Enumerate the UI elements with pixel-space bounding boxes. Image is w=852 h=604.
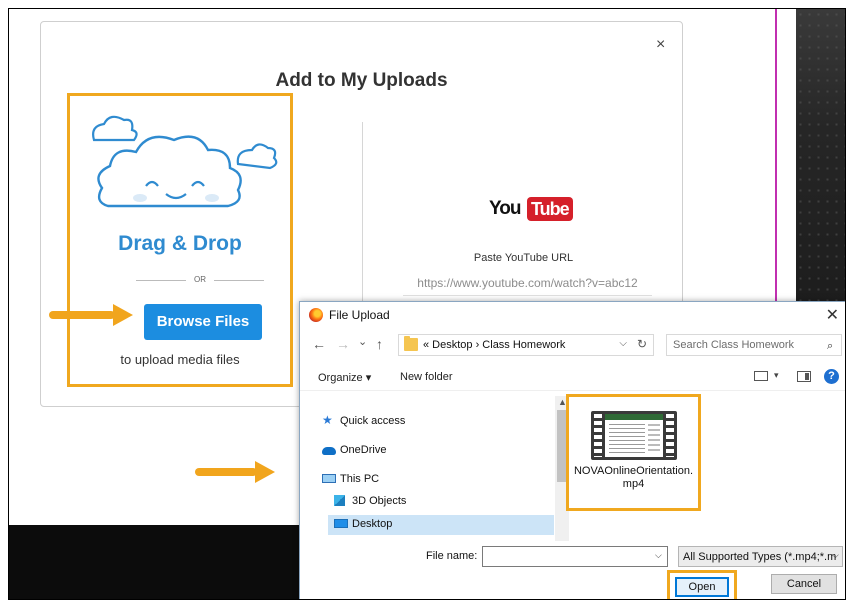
nav-item-this-pc[interactable]: This PC [322,470,522,490]
cloud-icon [92,115,278,208]
search-input[interactable] [666,334,842,356]
dialog-close-button[interactable]: ✕ [826,305,839,325]
nav-item-label: 3D Objects [352,495,407,507]
file-type-dropdown-icon[interactable]: ⌵ [832,550,839,561]
desktop-background-right [796,9,845,309]
youtube-url-input[interactable] [403,271,652,296]
file-upload-dialog: File Upload ✕ ← → ⌄ ↑ « Desktop › Class … [299,301,845,599]
arrow-to-nav-pane-icon [195,461,275,483]
file-type-select[interactable]: All Supported Types (*.mp4;*.m [678,546,843,567]
recent-locations-icon[interactable]: ⌄ [358,335,367,348]
dialog-title: File Upload [329,308,390,322]
onedrive-icon [322,447,336,455]
browse-files-button[interactable]: Browse Files [144,304,262,340]
organize-menu[interactable]: Organize ▾ [318,371,371,384]
forward-arrow-icon[interactable]: → [336,336,350,352]
view-options-caret-icon[interactable]: ▾ [774,370,779,381]
new-folder-button[interactable]: New folder [400,371,453,383]
dialog-toolbar: Organize ▾ New folder ▾ ? [300,364,845,391]
address-dropdown-icon[interactable]: ⌵ [619,338,627,349]
nav-item-desktop[interactable]: Desktop [328,515,554,535]
3d-objects-icon [334,495,345,506]
youtube-logo-you: You [489,198,522,219]
file-name-label: File name: [426,550,478,562]
search-icon[interactable]: ⌕ [827,340,833,353]
file-name-input[interactable] [482,546,668,567]
dialog-title-bar[interactable]: File Upload ✕ [300,302,845,328]
nav-item-3d-objects[interactable]: 3D Objects [334,492,534,512]
screenshot-frame: Add to My Uploads × Drag & Drop OR Brows… [8,8,846,600]
computer-icon [322,474,336,483]
nav-item-quick-access[interactable]: ★ Quick access [322,412,522,432]
nav-item-label: Desktop [352,518,393,530]
drag-drop-zone[interactable]: Drag & Drop OR Browse Files to upload me… [67,93,293,387]
open-button-highlight: Open [667,570,737,599]
up-arrow-icon[interactable]: ↑ [376,336,383,352]
firefox-icon [309,308,323,322]
nav-item-onedrive[interactable]: OneDrive [322,441,522,461]
file-name-dropdown-icon[interactable]: ⌵ [655,550,662,561]
file-highlight: NOVAOnlineOrientation.mp4 [566,394,701,511]
video-file-icon [591,411,677,460]
nav-item-label: OneDrive [340,444,387,456]
nav-item-label: Quick access [340,415,406,427]
upload-note: to upload media files [120,352,240,367]
view-options-icon[interactable] [754,371,768,381]
file-name: NOVAOnlineOrientation.mp4 [573,465,694,490]
navigation-bar: ← → ⌄ ↑ « Desktop › Class Homework ⌵ ↻ ⌕ [300,330,845,360]
folder-icon [404,336,418,351]
refresh-icon[interactable]: ↻ [637,337,647,351]
star-icon: ★ [322,413,333,427]
help-icon[interactable]: ? [824,369,839,384]
nav-item-label: This PC [340,473,380,485]
back-arrow-icon[interactable]: ← [312,336,326,352]
modal-close-button[interactable]: × [656,36,665,54]
youtube-url-label: Paste YouTube URL [473,252,574,264]
file-list: NOVAOnlineOrientation.mp4 [566,394,845,542]
arrow-to-browse-icon [49,304,133,326]
section-divider [362,122,363,322]
address-bar[interactable]: « Desktop › Class Homework ⌵ ↻ [398,334,654,356]
youtube-logo-tube: Tube [527,197,573,221]
navigation-pane: ★ Quick access OneDrive This PC 3D Objec… [308,396,556,542]
address-path: « Desktop › Class Homework [423,339,566,351]
preview-pane-icon[interactable] [797,371,811,382]
open-button[interactable]: Open [675,577,729,597]
modal-title: Add to My Uploads [275,70,448,91]
desktop-icon [334,519,348,528]
cancel-button[interactable]: Cancel [771,574,837,594]
drag-drop-heading: Drag & Drop [118,232,242,255]
or-separator: OR [136,274,264,286]
file-item[interactable]: NOVAOnlineOrientation.mp4 [569,397,698,508]
